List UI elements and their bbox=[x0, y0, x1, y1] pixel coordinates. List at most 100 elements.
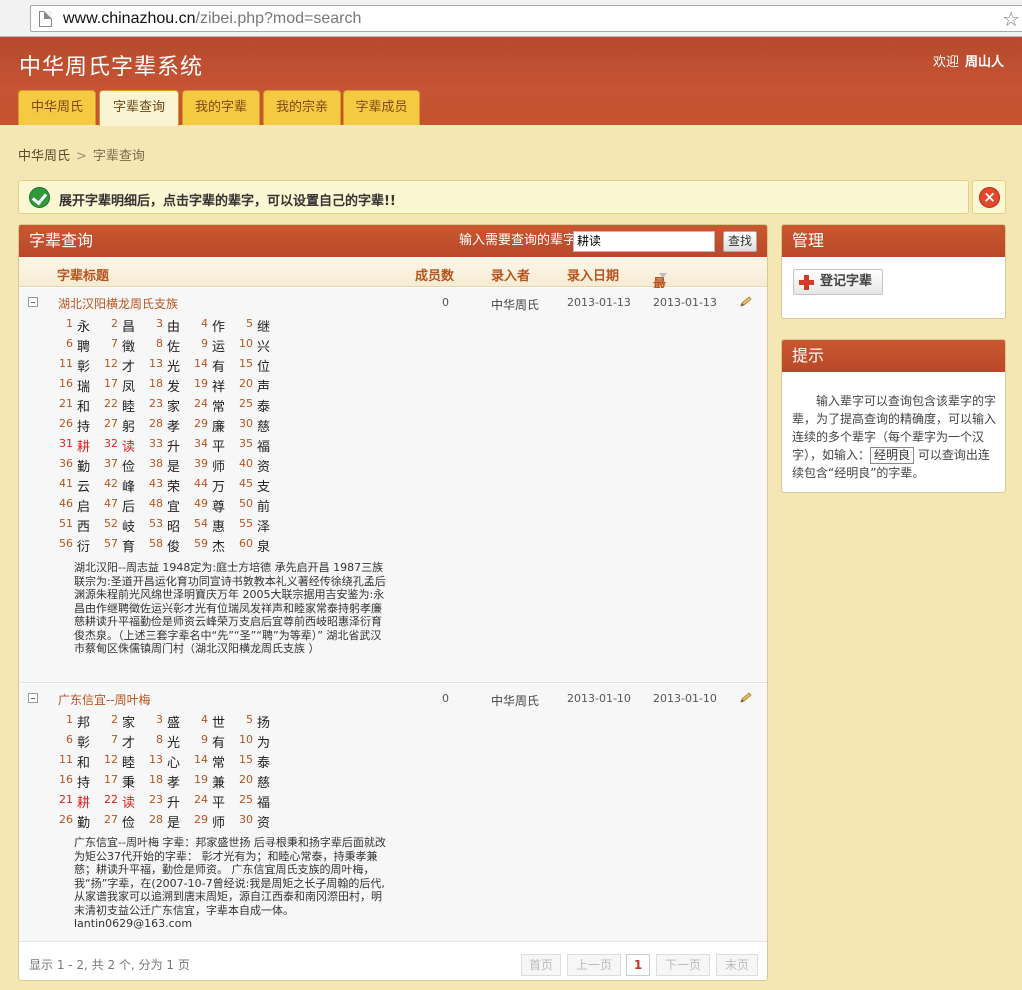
zibei-char-item[interactable]: 9有 bbox=[192, 733, 237, 753]
zibei-char-item[interactable]: 24 常 bbox=[192, 397, 237, 417]
zibei-char[interactable]: 常 bbox=[212, 752, 225, 771]
zibei-char[interactable]: 云 bbox=[77, 476, 90, 495]
zibei-char-item[interactable]: 46 启 bbox=[57, 497, 102, 517]
zibei-char[interactable]: 佐 bbox=[167, 336, 180, 355]
search-input[interactable]: 耕读 bbox=[573, 231, 715, 252]
zibei-char-item[interactable]: 13 光 bbox=[147, 357, 192, 377]
zibei-char-item[interactable]: 2家 bbox=[102, 713, 147, 733]
zibei-char[interactable]: 位 bbox=[257, 356, 270, 375]
zibei-char-item[interactable]: 1邦 bbox=[57, 713, 102, 733]
zibei-char[interactable]: 家 bbox=[122, 712, 135, 731]
zibei-char[interactable]: 师 bbox=[212, 456, 225, 475]
zibei-char[interactable]: 瑞 bbox=[77, 376, 90, 395]
zibei-char[interactable]: 和 bbox=[77, 396, 90, 415]
zibei-char[interactable]: 后 bbox=[122, 496, 135, 515]
zibei-char-item[interactable]: 27 躬 bbox=[102, 417, 147, 437]
col-title[interactable]: 字辈标题 bbox=[57, 265, 109, 284]
zibei-char[interactable]: 发 bbox=[167, 376, 180, 395]
zibei-char-item[interactable]: 10 为 bbox=[237, 733, 282, 753]
zibei-char-item[interactable]: 8佐 bbox=[147, 337, 192, 357]
zibei-char[interactable]: 宜 bbox=[167, 496, 180, 515]
zibei-char[interactable]: 峰 bbox=[122, 476, 135, 495]
zibei-char[interactable]: 邦 bbox=[77, 712, 90, 731]
zibei-char[interactable]: 耕 bbox=[77, 436, 90, 455]
pager-page-1[interactable]: 1 bbox=[626, 954, 650, 976]
pager-last-button[interactable]: 末页 bbox=[716, 954, 758, 976]
bookmark-star-icon[interactable]: ☆ bbox=[1002, 7, 1020, 31]
zibei-char[interactable]: 为 bbox=[257, 732, 270, 751]
zibei-char-item[interactable]: 32 读 bbox=[102, 437, 147, 457]
zibei-char[interactable]: 有 bbox=[212, 732, 225, 751]
zibei-char-item[interactable]: 22 睦 bbox=[102, 397, 147, 417]
zibei-char[interactable]: 平 bbox=[212, 436, 225, 455]
zibei-char[interactable]: 支 bbox=[257, 476, 270, 495]
zibei-char[interactable]: 升 bbox=[167, 792, 180, 811]
pencil-edit-icon[interactable] bbox=[739, 692, 753, 704]
zibei-char-item[interactable]: 16 瑞 bbox=[57, 377, 102, 397]
zibei-char-item[interactable]: 13 心 bbox=[147, 753, 192, 773]
zibei-char[interactable]: 祥 bbox=[212, 376, 225, 395]
url-text[interactable]: www.chinazhou.cn/zibei.php?mod=search bbox=[63, 10, 361, 28]
zibei-char[interactable]: 才 bbox=[122, 732, 135, 751]
zibei-char-item[interactable]: 3由 bbox=[147, 317, 192, 337]
zibei-char[interactable]: 扬 bbox=[257, 712, 270, 731]
zibei-char-item[interactable]: 48 宜 bbox=[147, 497, 192, 517]
zibei-char-item[interactable]: 30 慈 bbox=[237, 417, 282, 437]
zibei-char-item[interactable]: 60 泉 bbox=[237, 537, 282, 557]
zibei-char[interactable]: 泽 bbox=[257, 516, 270, 535]
zibei-char[interactable]: 泉 bbox=[257, 536, 270, 555]
zibei-char-item[interactable]: 30 资 bbox=[237, 813, 282, 833]
zibei-char[interactable]: 前 bbox=[257, 496, 270, 515]
zibei-char[interactable]: 继 bbox=[257, 316, 270, 335]
pencil-edit-icon[interactable] bbox=[739, 296, 753, 308]
zibei-char[interactable]: 读 bbox=[122, 436, 135, 455]
zibei-char[interactable]: 荣 bbox=[167, 476, 180, 495]
zibei-char-item[interactable]: 5继 bbox=[237, 317, 282, 337]
zibei-char[interactable]: 耕 bbox=[77, 792, 90, 811]
zibei-char-item[interactable]: 11 彰 bbox=[57, 357, 102, 377]
zibei-char[interactable]: 启 bbox=[77, 496, 90, 515]
zibei-char-item[interactable]: 28 孝 bbox=[147, 417, 192, 437]
zibei-char-item[interactable]: 20 声 bbox=[237, 377, 282, 397]
zibei-char[interactable]: 俭 bbox=[122, 812, 135, 831]
zibei-char-item[interactable]: 58 俊 bbox=[147, 537, 192, 557]
zibei-char-item[interactable]: 27 俭 bbox=[102, 813, 147, 833]
zibei-char-item[interactable]: 45 支 bbox=[237, 477, 282, 497]
zibei-char[interactable]: 育 bbox=[122, 536, 135, 555]
zibei-char[interactable]: 常 bbox=[212, 396, 225, 415]
zibei-char[interactable]: 睦 bbox=[122, 752, 135, 771]
zibei-char-item[interactable]: 12 睦 bbox=[102, 753, 147, 773]
pager-first-button[interactable]: 首页 bbox=[521, 954, 561, 976]
zibei-char-item[interactable]: 34 平 bbox=[192, 437, 237, 457]
zibei-char-item[interactable]: 8光 bbox=[147, 733, 192, 753]
zibei-char-item[interactable]: 18 孝 bbox=[147, 773, 192, 793]
zibei-char-item[interactable]: 57 育 bbox=[102, 537, 147, 557]
zibei-char-item[interactable]: 53 昭 bbox=[147, 517, 192, 537]
tab-zibei-members[interactable]: 字辈成员 bbox=[343, 90, 420, 125]
pager-next-button[interactable]: 下一页 bbox=[656, 954, 710, 976]
zibei-char[interactable]: 平 bbox=[212, 792, 225, 811]
zibei-char-item[interactable]: 35 福 bbox=[237, 437, 282, 457]
zibei-char-item[interactable]: 42 峰 bbox=[102, 477, 147, 497]
zibei-char-item[interactable]: 33 升 bbox=[147, 437, 192, 457]
zibei-char[interactable]: 徵 bbox=[122, 336, 135, 355]
zibei-char[interactable]: 师 bbox=[212, 812, 225, 831]
zibei-char-item[interactable]: 4世 bbox=[192, 713, 237, 733]
zibei-char[interactable]: 资 bbox=[257, 812, 270, 831]
zibei-char[interactable]: 俭 bbox=[122, 456, 135, 475]
zibei-char-item[interactable]: 14 有 bbox=[192, 357, 237, 377]
zibei-char-item[interactable]: 56 衍 bbox=[57, 537, 102, 557]
zibei-char[interactable]: 岐 bbox=[122, 516, 135, 535]
zibei-char[interactable]: 家 bbox=[167, 396, 180, 415]
zibei-char-item[interactable]: 51 西 bbox=[57, 517, 102, 537]
zibei-char-item[interactable]: 18 发 bbox=[147, 377, 192, 397]
zibei-char[interactable]: 光 bbox=[167, 356, 180, 375]
zibei-title-link[interactable]: 湖北汉阳横龙周氏支族 bbox=[58, 295, 178, 312]
zibei-char-item[interactable]: 49 尊 bbox=[192, 497, 237, 517]
zibei-char-item[interactable]: 25 福 bbox=[237, 793, 282, 813]
zibei-char[interactable]: 聘 bbox=[77, 336, 90, 355]
zibei-char-item[interactable]: 54 惠 bbox=[192, 517, 237, 537]
zibei-char-item[interactable]: 41 云 bbox=[57, 477, 102, 497]
zibei-char[interactable]: 勤 bbox=[77, 456, 90, 475]
zibei-char[interactable]: 廉 bbox=[212, 416, 225, 435]
